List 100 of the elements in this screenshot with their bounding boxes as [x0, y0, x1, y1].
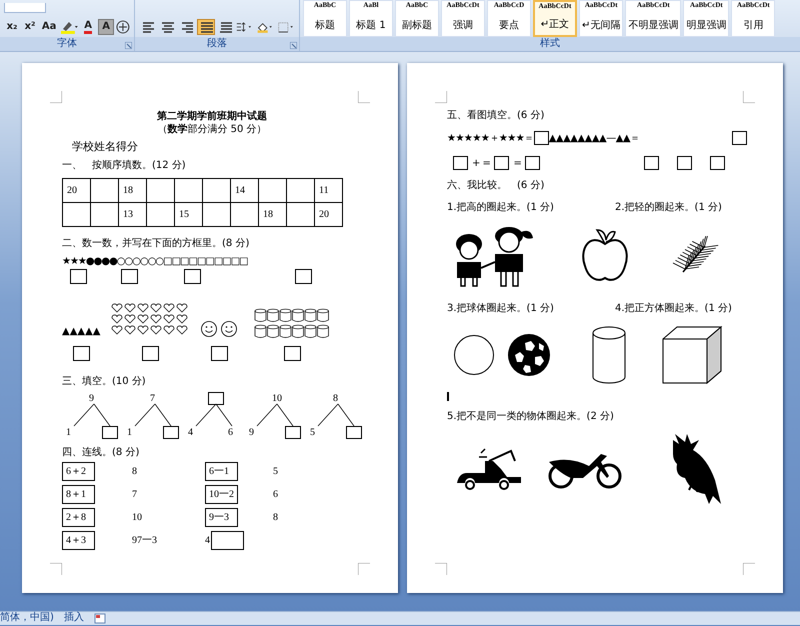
table-cell — [258, 178, 286, 202]
margin-corner-mark — [743, 91, 755, 103]
highlighter-icon[interactable] — [60, 20, 78, 34]
answer-box — [346, 426, 362, 438]
table-cell: 14 — [230, 178, 258, 202]
table-cell — [202, 202, 230, 226]
table-cell: 11 — [314, 178, 342, 202]
table-cell: 18 — [258, 202, 286, 226]
answer-box — [210, 346, 228, 360]
section-heading: 三、填空。(10 分) — [62, 374, 147, 388]
smiley-faces-drawing — [200, 320, 238, 338]
number-text: 97一3 — [132, 534, 158, 548]
number-text: 5 — [273, 464, 279, 478]
table-cell — [146, 178, 174, 202]
table-cell — [174, 178, 202, 202]
tree-number: 5 — [310, 426, 315, 438]
table-cell: 20 — [62, 178, 90, 202]
text-format-button[interactable]: Aa — [40, 19, 58, 35]
tree-number: 10 — [272, 392, 282, 404]
character-shading-button[interactable]: A — [98, 19, 114, 35]
apple-drawing — [579, 228, 631, 284]
answer-box — [644, 156, 659, 170]
tree-number: 6 — [228, 426, 233, 438]
table-cell: 15 — [174, 202, 202, 226]
expression-box: 9一3 — [205, 508, 238, 526]
question-text: 1.把高的圈起来。(1 分) — [447, 200, 555, 215]
tree-number: 9 — [89, 392, 94, 404]
margin-corner-mark — [358, 563, 370, 575]
cylinder-drawing — [591, 325, 627, 385]
number-text: 4 — [205, 534, 210, 548]
margin-corner-mark — [50, 91, 62, 103]
text-cursor — [447, 392, 449, 401]
answer-box — [285, 426, 301, 438]
question-text: 4.把正方体圈起来。(1 分) — [615, 302, 732, 316]
tree-number: 7 — [150, 392, 155, 404]
answer-box — [453, 156, 468, 170]
answer-box — [208, 392, 224, 404]
font-size-field[interactable] — [4, 3, 46, 13]
group-label: 样式 — [300, 37, 800, 51]
equation-text: + = — [472, 156, 490, 170]
answer-box — [102, 426, 118, 438]
group-label: 段落 — [135, 37, 299, 51]
language-indicator[interactable]: 简体，中国) — [0, 612, 54, 625]
answer-box — [163, 426, 179, 438]
table-cell — [286, 178, 314, 202]
answer-box — [121, 268, 138, 284]
font-color-button[interactable]: A — [80, 19, 96, 35]
borders-icon[interactable] — [276, 20, 296, 34]
answer-box — [72, 346, 90, 360]
equation-text: ▲▲▲▲▲▲▲▲—▲▲＝ — [548, 132, 640, 144]
answer-box — [494, 156, 510, 170]
cube-drawing — [661, 325, 723, 385]
table-cell: 13 — [118, 202, 146, 226]
group-label: 字体 — [0, 37, 134, 51]
text-format-button[interactable]: x₂ — [4, 19, 20, 35]
dialog-launcher-icon[interactable] — [125, 42, 132, 49]
align-button[interactable] — [197, 19, 214, 35]
section-heading: 一、 按顺序填数。(12 分) — [62, 158, 187, 172]
margin-corner-mark — [743, 563, 755, 575]
expression-box: 10一2 — [205, 484, 238, 504]
dialog-launcher-icon[interactable] — [290, 42, 297, 49]
question-text: 3.把球体圈起来。(1 分) — [447, 302, 555, 316]
table-cell — [202, 178, 230, 202]
shading-icon[interactable] — [256, 20, 275, 34]
answer-box — [211, 530, 244, 550]
table-cell — [62, 202, 90, 226]
tree-number: 4 — [188, 426, 193, 438]
table-cell: 20 — [314, 202, 342, 226]
equation-text: ★★★★★＋★★★＝ — [447, 132, 534, 144]
expression-box: 6＋2 — [62, 462, 95, 480]
section-heading: 四、连线。(8 分) — [62, 446, 140, 458]
tree-number: 9 — [249, 426, 254, 438]
margin-corner-mark — [435, 563, 447, 575]
answer-box — [184, 268, 201, 284]
answer-box — [70, 268, 87, 284]
answer-box — [295, 268, 312, 284]
number-text: 6 — [273, 488, 279, 502]
margin-corner-mark — [50, 563, 62, 575]
question-text: 5.把不是同一类的物体圈起来。(2 分) — [447, 410, 614, 424]
enclosed-character-icon[interactable] — [116, 20, 130, 34]
table-cell — [286, 202, 314, 226]
answer-box — [525, 156, 540, 170]
table-cell: 18 — [118, 178, 146, 202]
answer-box — [142, 346, 159, 360]
expression-box: 8＋1 — [62, 484, 95, 504]
expression-box: 6一1 — [205, 462, 238, 480]
subtitle: （数学部分满分 50 分） — [156, 124, 268, 136]
text-format-button[interactable]: x² — [22, 19, 38, 35]
answer-box — [534, 131, 549, 145]
soccer-ball-drawing — [507, 333, 551, 377]
expression-box: 4＋3 — [62, 530, 95, 550]
macro-record-icon[interactable] — [94, 613, 106, 624]
shape-row-text: ★★★●●●●○○○○○○□□□□□□□□□□ — [62, 254, 249, 268]
tree-number: 1 — [66, 426, 71, 438]
circle-drawing — [453, 334, 495, 376]
margin-corner-mark — [358, 91, 370, 103]
school-name-line: 学校姓名得分 — [72, 139, 139, 155]
shape-row: ▲▲▲▲▲ — [62, 324, 100, 338]
insert-mode-indicator[interactable]: 插入 — [64, 612, 84, 625]
number-text: 10 — [132, 510, 143, 524]
